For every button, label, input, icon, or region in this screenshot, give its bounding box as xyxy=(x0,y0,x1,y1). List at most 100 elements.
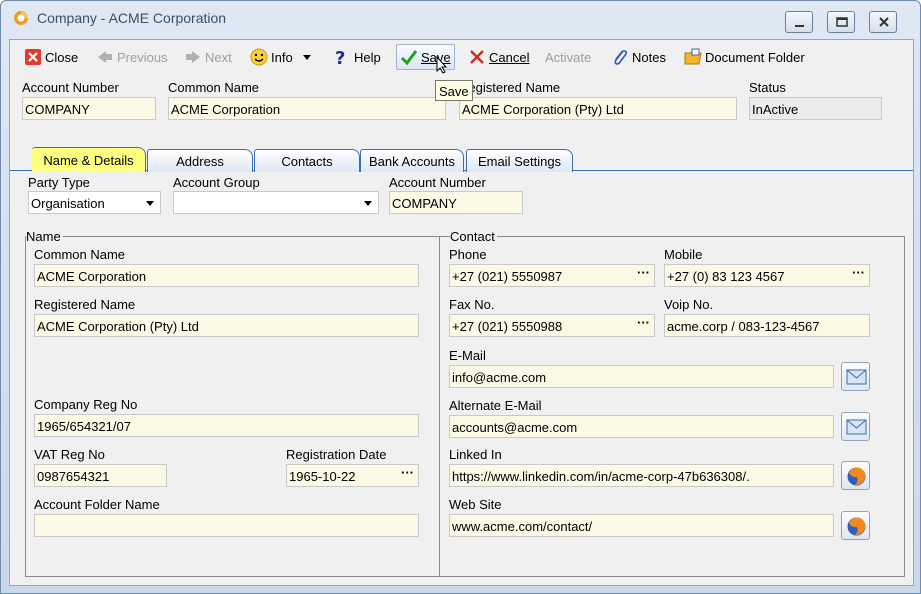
close-label: Close xyxy=(45,49,79,65)
email-label: E-Mail xyxy=(449,348,486,363)
document-folder-label: Document Folder xyxy=(705,49,805,65)
registration-date-label: Registration Date xyxy=(286,447,387,462)
phone-value: +27 (021) 5550987 xyxy=(452,269,563,284)
mobile-value: +27 (0) 83 123 4567 xyxy=(667,269,785,284)
send-email-button[interactable] xyxy=(841,362,870,391)
open-linkedin-button[interactable] xyxy=(841,461,870,490)
arrow-right-icon xyxy=(184,48,202,66)
tab-address[interactable]: Address xyxy=(147,149,253,172)
close-button[interactable]: Close xyxy=(24,47,78,67)
alt-email-label: Alternate E-Mail xyxy=(449,398,542,413)
minimize-button[interactable] xyxy=(785,11,813,33)
account-group-select[interactable] xyxy=(173,191,379,214)
ellipsis-button[interactable]: ··· xyxy=(852,265,865,280)
save-tooltip: Save xyxy=(435,80,473,101)
tab-bank-accounts[interactable]: Bank Accounts xyxy=(360,149,464,172)
tab-name-details[interactable]: Name & Details xyxy=(32,147,146,172)
email-field[interactable]: info@acme.com xyxy=(449,365,834,388)
info-button[interactable]: Info xyxy=(250,47,311,67)
name-registered-name-label: Registered Name xyxy=(34,297,136,312)
status-label: Status xyxy=(749,80,786,95)
cancel-x-icon xyxy=(468,48,486,66)
name-group-title: Name xyxy=(26,229,63,244)
party-type-label: Party Type xyxy=(28,175,90,190)
vat-reg-field[interactable]: 0987654321 xyxy=(34,464,167,487)
document-folder-button[interactable]: Document Folder xyxy=(684,47,805,67)
common-name-label: Common Name xyxy=(168,80,260,95)
maximize-button[interactable] xyxy=(827,11,855,33)
activate-label: Activate xyxy=(545,49,592,65)
next-button[interactable]: Next xyxy=(184,47,232,67)
window-title: Company - ACME Corporation xyxy=(37,10,227,26)
details-account-number-label: Account Number xyxy=(389,175,486,190)
ellipsis-button[interactable]: ··· xyxy=(637,265,650,280)
fax-label: Fax No. xyxy=(449,297,495,312)
status-field: InActive xyxy=(749,97,882,120)
browser-icon xyxy=(847,517,866,536)
previous-button[interactable]: Previous xyxy=(96,47,168,67)
arrow-left-icon xyxy=(96,48,114,66)
account-group-label: Account Group xyxy=(173,175,260,190)
mouse-cursor-icon xyxy=(436,56,448,74)
vat-reg-label: VAT Reg No xyxy=(34,447,105,462)
app-logo-icon xyxy=(14,11,28,25)
registration-date-field[interactable]: 1965-10-22 ··· xyxy=(286,464,419,487)
help-button[interactable]: ? Help xyxy=(333,47,381,69)
minimize-icon xyxy=(795,25,804,27)
account-folder-field[interactable] xyxy=(34,514,419,537)
smiley-icon xyxy=(250,48,268,66)
browser-icon xyxy=(847,467,866,486)
next-label: Next xyxy=(205,49,232,65)
cancel-label: Cancel xyxy=(489,49,530,65)
ellipsis-button[interactable]: ··· xyxy=(401,465,414,480)
info-label: Info xyxy=(271,49,293,65)
linkedin-field[interactable]: https://www.linkedin.com/in/acme-corp-47… xyxy=(449,464,834,487)
open-website-button[interactable] xyxy=(841,511,870,540)
account-number-label: Account Number xyxy=(22,80,119,95)
fax-field[interactable]: +27 (021) 5550988 ··· xyxy=(449,314,655,337)
alt-email-field[interactable]: accounts@acme.com xyxy=(449,415,834,438)
tab-email-settings[interactable]: Email Settings xyxy=(466,149,573,172)
folder-icon xyxy=(684,48,702,66)
voip-field[interactable]: acme.corp / 083-123-4567 xyxy=(664,314,870,337)
notes-label: Notes xyxy=(632,49,666,65)
ellipsis-button[interactable]: ··· xyxy=(637,315,650,330)
title-bar[interactable]: Company - ACME Corporation xyxy=(1,1,920,33)
phone-field[interactable]: +27 (021) 5550987 ··· xyxy=(449,264,655,287)
details-account-number-field[interactable]: COMPANY xyxy=(389,191,523,214)
website-field[interactable]: www.acme.com/contact/ xyxy=(449,514,834,537)
cancel-button[interactable]: Cancel xyxy=(468,47,529,67)
dropdown-arrow-icon xyxy=(146,201,154,206)
svg-text:?: ? xyxy=(335,48,345,66)
registration-date-value: 1965-10-22 xyxy=(289,469,356,484)
contact-group-title: Contact xyxy=(450,229,497,244)
activate-button[interactable]: Activate xyxy=(545,47,591,67)
name-registered-name-field[interactable]: ACME Corporation (Pty) Ltd xyxy=(34,314,419,337)
party-type-value: Organisation xyxy=(31,196,105,211)
voip-label: Voip No. xyxy=(664,297,714,312)
notes-button[interactable]: Notes xyxy=(611,47,666,67)
envelope-icon xyxy=(846,369,867,385)
company-reg-label: Company Reg No xyxy=(34,397,138,412)
company-reg-field[interactable]: 1965/654321/07 xyxy=(34,414,419,437)
name-common-name-field[interactable]: ACME Corporation xyxy=(34,264,419,287)
close-window-button[interactable] xyxy=(869,11,897,33)
dropdown-arrow-icon[interactable] xyxy=(302,54,311,60)
party-type-select[interactable]: Organisation xyxy=(28,191,161,214)
common-name-field[interactable]: ACME Corporation xyxy=(168,97,446,120)
registered-name-label: Registered Name xyxy=(459,80,561,95)
toolbar: Close Previous Next Info ? Help Save Can… xyxy=(10,40,913,72)
tab-contacts[interactable]: Contacts xyxy=(254,149,360,172)
registered-name-field[interactable]: ACME Corporation (Pty) Ltd xyxy=(459,97,737,120)
help-question-icon: ? xyxy=(333,48,351,69)
linkedin-label: Linked In xyxy=(449,447,502,462)
mobile-label: Mobile xyxy=(664,247,703,262)
account-folder-label: Account Folder Name xyxy=(34,497,160,512)
send-alt-email-button[interactable] xyxy=(841,412,870,441)
account-number-field[interactable]: COMPANY xyxy=(22,97,156,120)
mobile-field[interactable]: +27 (0) 83 123 4567 ··· xyxy=(664,264,870,287)
fax-value: +27 (021) 5550988 xyxy=(452,319,563,334)
envelope-icon xyxy=(846,419,867,435)
tab-bar: Name & Details Address Contacts Bank Acc… xyxy=(10,147,913,172)
website-label: Web Site xyxy=(449,497,502,512)
